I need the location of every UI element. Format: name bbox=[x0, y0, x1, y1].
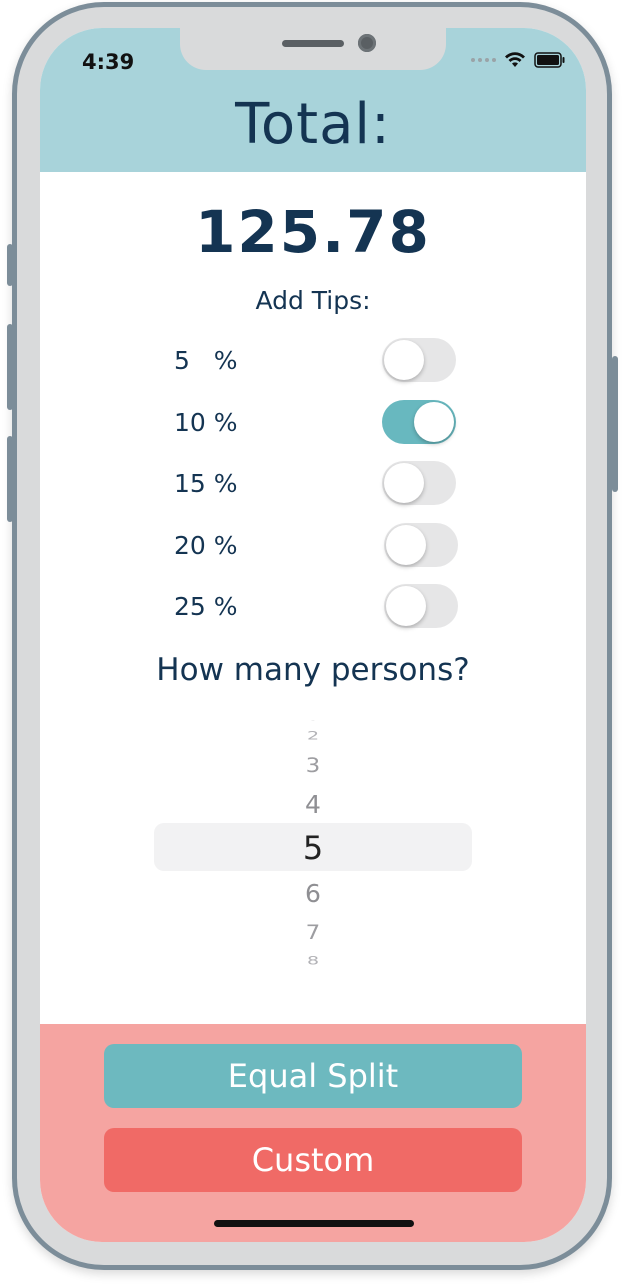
persons-picker[interactable]: 1 2 3 4 5 6 7 8 bbox=[154, 716, 472, 976]
toggle-knob bbox=[386, 525, 426, 565]
status-time: 4:39 bbox=[82, 50, 135, 74]
toggle-knob bbox=[386, 586, 426, 626]
picker-item[interactable]: 8 bbox=[154, 954, 472, 967]
persons-question: How many persons? bbox=[156, 652, 470, 688]
tip-label: 15 % bbox=[174, 469, 238, 498]
mute-switch bbox=[7, 244, 13, 286]
notch bbox=[180, 28, 446, 70]
toggle-knob bbox=[384, 340, 424, 380]
picker-item[interactable]: 4 bbox=[154, 790, 472, 819]
total-amount: 125.78 bbox=[195, 198, 431, 266]
toggle-knob bbox=[414, 402, 454, 442]
tip-row: 10 % bbox=[40, 398, 586, 448]
tip-row: 15 % bbox=[40, 459, 586, 509]
tip-row: 25 % bbox=[40, 582, 586, 632]
status-icons bbox=[471, 52, 566, 68]
toggle-knob bbox=[384, 463, 424, 503]
tip-toggle[interactable] bbox=[384, 584, 458, 628]
tip-toggle[interactable] bbox=[382, 338, 456, 382]
tip-toggle[interactable] bbox=[384, 523, 458, 567]
power-button bbox=[612, 356, 618, 492]
picker-item[interactable]: 6 bbox=[154, 879, 472, 908]
home-indicator bbox=[214, 1220, 414, 1227]
tip-toggle[interactable] bbox=[382, 461, 456, 505]
picker-item[interactable]: 2 bbox=[154, 729, 472, 742]
picker-item[interactable]: 7 bbox=[154, 922, 472, 944]
speaker-icon bbox=[282, 40, 344, 47]
cellular-dots-icon bbox=[471, 58, 496, 62]
header-bar: 4:39 Total: bbox=[40, 28, 586, 172]
tip-row: 5 % bbox=[40, 336, 586, 386]
page-title: Total: bbox=[235, 92, 391, 157]
tip-label: 20 % bbox=[174, 531, 238, 560]
battery-icon bbox=[534, 52, 565, 68]
picker-item[interactable]: 3 bbox=[154, 755, 472, 777]
tip-row: 20 % bbox=[40, 521, 586, 571]
tip-label: 5 % bbox=[174, 346, 238, 375]
tip-label: 25 % bbox=[174, 592, 238, 621]
app-screen: 4:39 Total: 125.78 Add Tips: 5 % 10 % 15 %… bbox=[40, 28, 586, 1242]
wifi-icon bbox=[505, 52, 525, 67]
volume-down-button bbox=[7, 436, 13, 522]
volume-up-button bbox=[7, 324, 13, 410]
tips-heading: Add Tips: bbox=[255, 286, 371, 315]
custom-button[interactable]: Custom bbox=[104, 1128, 522, 1192]
camera-icon bbox=[358, 34, 376, 52]
action-footer: Equal Split Custom bbox=[40, 1024, 586, 1242]
picker-item-selected[interactable]: 5 bbox=[154, 829, 472, 867]
tip-toggle[interactable] bbox=[382, 400, 456, 444]
tip-label: 10 % bbox=[174, 408, 238, 437]
picker-item[interactable]: 1 bbox=[154, 720, 472, 721]
equal-split-button[interactable]: Equal Split bbox=[104, 1044, 522, 1108]
